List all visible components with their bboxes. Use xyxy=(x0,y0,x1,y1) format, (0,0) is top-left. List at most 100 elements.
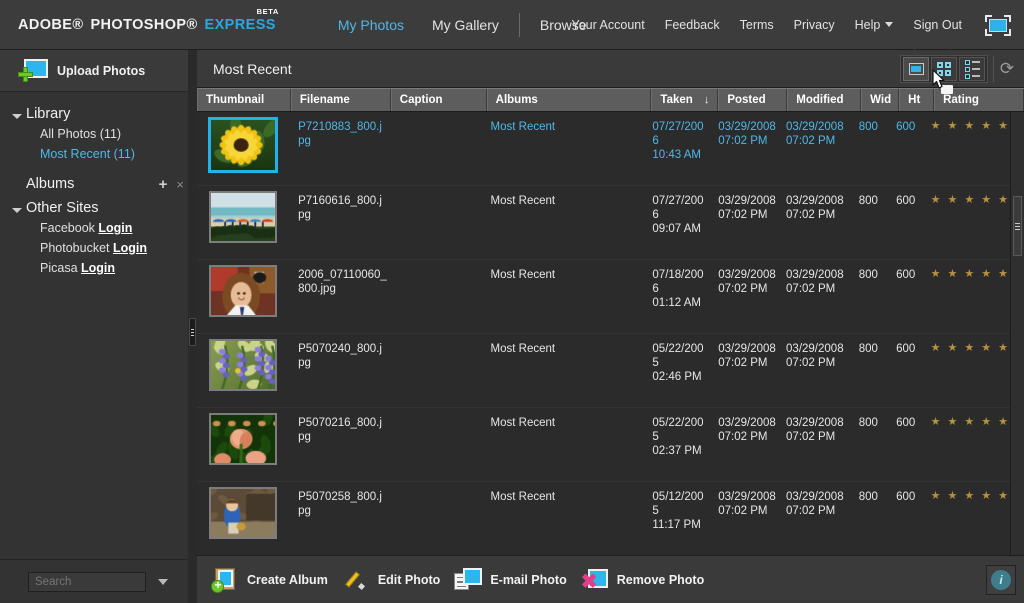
column-header-thumbnail[interactable]: Thumbnail xyxy=(197,89,291,111)
photobucket-login-link[interactable]: Login xyxy=(113,241,147,255)
sidebar-item-facebook[interactable]: Facebook Login xyxy=(0,218,195,238)
star-icon[interactable]: ★ xyxy=(948,417,958,481)
splitter-grip[interactable] xyxy=(189,318,196,346)
view-list-button[interactable] xyxy=(959,57,985,81)
star-icon[interactable]: ★ xyxy=(931,195,941,259)
column-header-caption[interactable]: Caption xyxy=(391,89,487,111)
table-row[interactable]: P5070258_800.jpgMost Recent05/12/200511:… xyxy=(197,482,1010,555)
star-icon[interactable]: ★ xyxy=(981,491,991,555)
delete-album-icon[interactable]: × xyxy=(176,178,184,191)
star-icon[interactable]: ★ xyxy=(964,417,974,481)
cell-thumbnail[interactable] xyxy=(197,408,289,481)
vertical-scrollbar[interactable] xyxy=(1010,112,1024,555)
column-header-wid[interactable]: Wid xyxy=(861,89,899,111)
star-icon[interactable]: ★ xyxy=(998,343,1008,407)
nav-feedback[interactable]: Feedback xyxy=(655,18,730,32)
column-header-albums[interactable]: Albums xyxy=(487,89,652,111)
table-row[interactable]: P5070216_800.jpgMost Recent05/22/200502:… xyxy=(197,408,1010,482)
star-icon[interactable]: ★ xyxy=(931,121,941,185)
star-icon[interactable]: ★ xyxy=(998,269,1008,333)
photo-thumbnail[interactable] xyxy=(209,339,277,391)
star-icon[interactable]: ★ xyxy=(998,491,1008,555)
create-album-button[interactable]: Create Album xyxy=(211,567,328,593)
star-icon[interactable]: ★ xyxy=(964,343,974,407)
photo-thumbnail[interactable] xyxy=(209,265,277,317)
photo-thumbnail[interactable] xyxy=(209,487,277,539)
cell-thumbnail[interactable] xyxy=(197,112,289,185)
sidebar-item-all-photos[interactable]: All Photos (11) xyxy=(0,124,195,144)
star-icon[interactable]: ★ xyxy=(948,491,958,555)
cell-thumbnail[interactable] xyxy=(197,186,289,259)
table-row[interactable]: P7160616_800.jpgMost Recent07/27/200609:… xyxy=(197,186,1010,260)
cell-filename[interactable]: P7210883_800.jpg xyxy=(289,112,387,185)
column-header-modified[interactable]: Modified xyxy=(787,89,861,111)
photo-thumbnail[interactable] xyxy=(209,191,277,243)
photo-thumbnail[interactable] xyxy=(209,413,277,465)
info-button[interactable]: i xyxy=(986,565,1016,595)
star-icon[interactable]: ★ xyxy=(948,195,958,259)
cell-thumbnail[interactable] xyxy=(197,334,289,407)
facebook-login-link[interactable]: Login xyxy=(98,221,132,235)
disclosure-triangle-icon[interactable] xyxy=(12,107,26,122)
cell-rating[interactable]: ★★★★★ xyxy=(922,112,1010,185)
view-grid-button[interactable] xyxy=(931,57,957,81)
picasa-login-link[interactable]: Login xyxy=(81,261,115,275)
star-icon[interactable]: ★ xyxy=(948,121,958,185)
table-row[interactable]: 2006_07110060_800.jpgMost Recent07/18/20… xyxy=(197,260,1010,334)
sidebar-group-library[interactable]: Library xyxy=(0,104,195,124)
star-icon[interactable]: ★ xyxy=(998,195,1008,259)
nav-your-account[interactable]: Your Account xyxy=(562,18,655,32)
star-icon[interactable]: ★ xyxy=(964,121,974,185)
add-album-icon[interactable]: + xyxy=(159,177,168,192)
star-icon[interactable]: ★ xyxy=(948,269,958,333)
column-header-taken[interactable]: Taken↓ xyxy=(651,89,718,111)
sidebar-splitter[interactable] xyxy=(188,50,197,603)
star-icon[interactable]: ★ xyxy=(964,269,974,333)
view-single-photo-button[interactable] xyxy=(903,57,929,81)
sidebar-item-picasa[interactable]: Picasa Login xyxy=(0,258,195,278)
star-icon[interactable]: ★ xyxy=(931,417,941,481)
cell-rating[interactable]: ★★★★★ xyxy=(922,408,1010,481)
star-icon[interactable]: ★ xyxy=(964,195,974,259)
remove-photo-button[interactable]: ✖ Remove Photo xyxy=(581,567,705,593)
column-header-posted[interactable]: Posted xyxy=(718,89,787,111)
table-row[interactable]: P5070240_800.jpgMost Recent05/22/200502:… xyxy=(197,334,1010,408)
star-icon[interactable]: ★ xyxy=(931,269,941,333)
star-icon[interactable]: ★ xyxy=(964,491,974,555)
edit-photo-button[interactable]: Edit Photo xyxy=(342,567,441,593)
disclosure-triangle-icon[interactable] xyxy=(12,201,26,216)
fullscreen-icon[interactable] xyxy=(980,10,1016,40)
column-header-ht[interactable]: Ht xyxy=(899,89,934,111)
cell-thumbnail[interactable] xyxy=(197,482,289,555)
cell-filename[interactable]: P5070240_800.jpg xyxy=(289,334,387,407)
nav-terms[interactable]: Terms xyxy=(730,18,784,32)
refresh-icon[interactable]: ⟳ xyxy=(996,57,1018,79)
cell-filename[interactable]: P5070258_800.jpg xyxy=(289,482,387,555)
cell-rating[interactable]: ★★★★★ xyxy=(922,260,1010,333)
column-header-filename[interactable]: Filename xyxy=(291,89,391,111)
cell-filename[interactable]: 2006_07110060_800.jpg xyxy=(289,260,387,333)
sidebar-item-photobucket[interactable]: Photobucket Login xyxy=(0,238,195,258)
photo-thumbnail[interactable] xyxy=(208,117,278,173)
nav-sign-out[interactable]: Sign Out xyxy=(903,18,972,32)
cell-rating[interactable]: ★★★★★ xyxy=(922,334,1010,407)
cell-rating[interactable]: ★★★★★ xyxy=(922,482,1010,555)
cell-filename[interactable]: P5070216_800.jpg xyxy=(289,408,387,481)
nav-my-photos[interactable]: My Photos xyxy=(324,17,418,33)
search-input[interactable] xyxy=(28,572,146,592)
cell-rating[interactable]: ★★★★★ xyxy=(922,186,1010,259)
nav-my-gallery[interactable]: My Gallery xyxy=(418,17,513,33)
sidebar-item-most-recent[interactable]: Most Recent (11) xyxy=(0,144,195,164)
upload-photos-button[interactable]: Upload Photos xyxy=(0,50,195,92)
star-icon[interactable]: ★ xyxy=(998,417,1008,481)
cell-thumbnail[interactable] xyxy=(197,260,289,333)
star-icon[interactable]: ★ xyxy=(931,343,941,407)
star-icon[interactable]: ★ xyxy=(981,269,991,333)
star-icon[interactable]: ★ xyxy=(948,343,958,407)
star-icon[interactable]: ★ xyxy=(981,417,991,481)
star-icon[interactable]: ★ xyxy=(998,121,1008,185)
nav-help[interactable]: Help xyxy=(845,18,904,32)
search-options-chevron-down-icon[interactable] xyxy=(158,579,168,585)
star-icon[interactable]: ★ xyxy=(981,343,991,407)
sidebar-group-other-sites[interactable]: Other Sites xyxy=(0,198,195,218)
